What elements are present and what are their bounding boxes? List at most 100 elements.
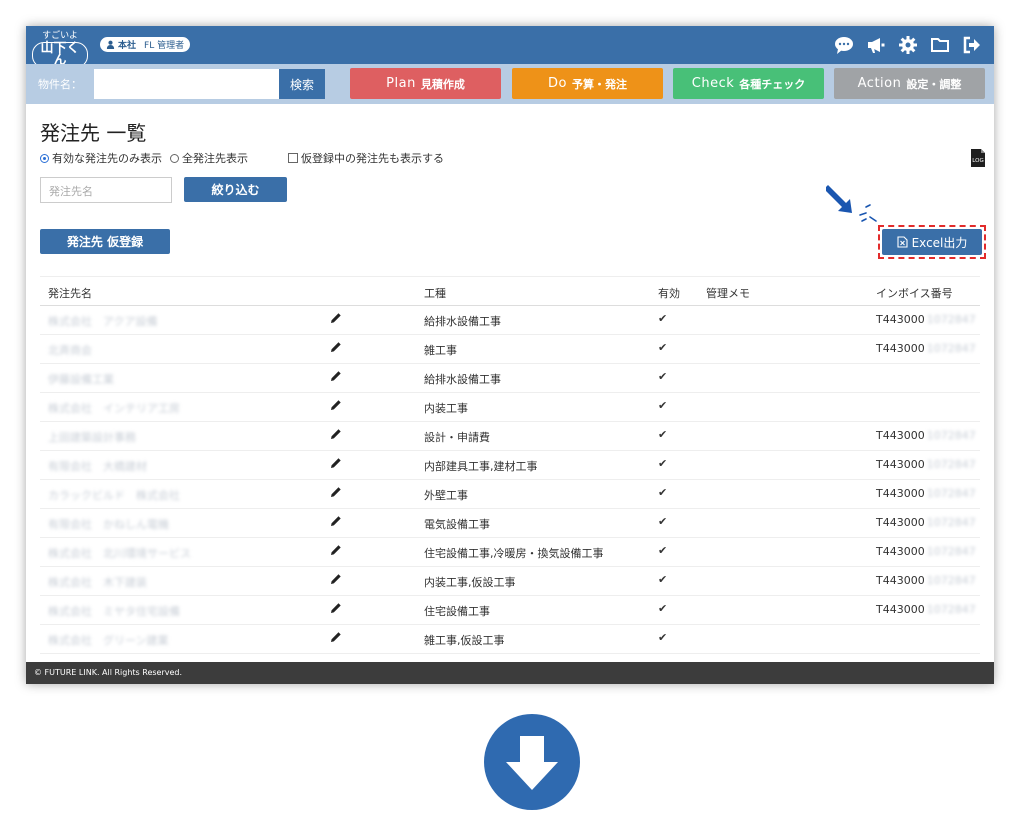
edit-pencil-icon[interactable] — [330, 457, 342, 472]
tab-check[interactable]: Check 各種チェック — [673, 68, 824, 99]
tab-action-en: Action — [857, 76, 902, 91]
edit-pencil-icon[interactable] — [330, 631, 342, 646]
invoice-number-prefix: T443000 — [876, 545, 925, 558]
invoice-number: T443000 1072847 — [876, 603, 976, 616]
property-search-input[interactable] — [94, 69, 279, 99]
edit-pencil-icon[interactable] — [330, 370, 342, 385]
invoice-number-prefix: T443000 — [876, 574, 925, 587]
radio-all[interactable] — [170, 153, 179, 163]
edit-pencil-icon[interactable] — [330, 341, 342, 356]
work-type: 内装工事,仮設工事 — [424, 576, 516, 589]
invoice-number-prefix: T443000 — [876, 516, 925, 529]
tab-do-ja: 予算・発注 — [571, 77, 627, 91]
tab-do[interactable]: Do 予算・発注 — [512, 68, 663, 99]
table-row[interactable]: 有限会社 大橋建材 内部建具工事,建材工事 ✔ T443000 1072847 — [40, 450, 980, 480]
supplier-name: 有限会社 かねしん電機 — [48, 518, 169, 531]
table-row[interactable]: 株式会社 木下建装 内装工事,仮設工事 ✔ T443000 1072847 — [40, 566, 980, 596]
edit-pencil-icon[interactable] — [330, 312, 342, 327]
edit-pencil-icon[interactable] — [330, 544, 342, 559]
table-row[interactable]: 株式会社 北川環境サービス 住宅設備工事,冷暖房・換気設備工事 ✔ T443000 10… — [40, 537, 980, 567]
table-row[interactable]: 有限会社 かねしん電機 電気設備工事 ✔ T443000 1072847 — [40, 508, 980, 538]
table-row[interactable]: 上田建築設計事務 設計・申請費 ✔ T443000 1072847 — [40, 421, 980, 451]
invoice-number: T443000 1072847 — [876, 313, 976, 326]
table-row[interactable]: 株式会社 アクア設備 給排水設備工事 ✔ T443000 1072847 — [40, 305, 980, 335]
user-icon — [106, 40, 115, 49]
edit-pencil-icon[interactable] — [330, 428, 342, 443]
invoice-number: T443000 1072847 — [876, 342, 976, 355]
display-options: 有効な発注先のみ表示 全発注先表示 仮登録中の発注先も表示する — [40, 150, 444, 166]
folder-icon[interactable] — [930, 35, 950, 55]
table-row[interactable]: 株式会社 ミヤタ住宅設備 住宅設備工事 ✔ T443000 1072847 — [40, 595, 980, 625]
supplier-name: 株式会社 木下建装 — [48, 576, 147, 589]
megaphone-icon[interactable] — [866, 35, 886, 55]
search-button[interactable]: 検索 — [279, 69, 325, 99]
table-row[interactable]: 株式会社 グリーン建業 雑工事,仮設工事 ✔ — [40, 624, 980, 654]
gear-icon[interactable] — [898, 35, 918, 55]
invoice-number: T443000 1072847 — [876, 516, 976, 529]
valid-check-icon: ✔ — [658, 602, 668, 615]
app-window: すごいよ 山下くん 本社 FL 管理者 物件名： 検索 Plan 見積作成 Do 予… — [26, 26, 994, 684]
supplier-name: 株式会社 北川環境サービス — [48, 547, 191, 560]
radio-active-only-label: 有効な発注先のみ表示 — [52, 152, 162, 165]
file-excel-icon — [897, 236, 908, 248]
footer: © FUTURE LINK. All Rights Reserved. — [26, 662, 994, 684]
log-icon[interactable]: LOG — [968, 148, 988, 168]
edit-pencil-icon[interactable] — [330, 486, 342, 501]
property-label: 物件名： — [38, 78, 82, 91]
invoice-number-hidden: 1072847 — [926, 458, 976, 471]
invoice-number — [876, 400, 878, 413]
radio-active-only[interactable] — [40, 153, 49, 163]
edit-pencil-icon[interactable] — [330, 602, 342, 617]
invoice-number-prefix: T443000 — [876, 458, 925, 471]
invoice-number-prefix: T443000 — [876, 603, 925, 616]
log-icon-label: LOG — [972, 158, 983, 164]
tab-action[interactable]: Action 設定・調整 — [834, 68, 985, 99]
supplier-name: カラックビルド 株式会社 — [48, 489, 180, 502]
valid-check-icon: ✔ — [658, 486, 668, 499]
table-row[interactable]: 北斉商会 雑工事 ✔ T443000 1072847 — [40, 334, 980, 364]
excel-export-button[interactable]: Excel出力 — [882, 229, 982, 255]
work-type: 内部建具工事,建材工事 — [424, 460, 538, 473]
app-logo[interactable]: すごいよ 山下くん — [32, 30, 88, 68]
table-row[interactable]: 伊藤設備工業 給排水設備工事 ✔ — [40, 363, 980, 393]
valid-check-icon: ✔ — [658, 370, 668, 383]
provisional-register-button[interactable]: 発注先 仮登録 — [40, 229, 170, 254]
edit-pencil-icon[interactable] — [330, 573, 342, 588]
col-kind: 工種 — [424, 287, 446, 300]
work-type: 給排水設備工事 — [424, 373, 501, 386]
invoice-number-hidden: 1072847 — [926, 603, 976, 616]
work-type: 雑工事,仮設工事 — [424, 634, 505, 647]
excel-export-label: Excel出力 — [911, 235, 968, 250]
tab-plan[interactable]: Plan 見積作成 — [350, 68, 501, 99]
valid-check-icon: ✔ — [658, 457, 668, 470]
invoice-number-hidden: 1072847 — [926, 429, 976, 442]
supplier-name: 株式会社 ミヤタ住宅設備 — [48, 605, 180, 618]
chat-icon[interactable] — [834, 35, 854, 55]
supplier-name-filter[interactable]: 発注先名 — [40, 177, 172, 203]
invoice-number-hidden: 1072847 — [926, 545, 976, 558]
invoice-number: T443000 1072847 — [876, 545, 976, 558]
col-invoice: インボイス番号 — [876, 287, 953, 300]
invoice-number: T443000 1072847 — [876, 487, 976, 500]
col-memo: 管理メモ — [706, 287, 750, 300]
invoice-number-hidden: 1072847 — [926, 487, 976, 500]
tab-plan-en: Plan — [386, 76, 416, 91]
work-type: 住宅設備工事,冷暖房・換気設備工事 — [424, 547, 604, 560]
logout-icon[interactable] — [962, 35, 982, 55]
tab-action-ja: 設定・調整 — [906, 77, 962, 91]
table-row[interactable]: カラックビルド 株式会社 外壁工事 ✔ T443000 1072847 — [40, 479, 980, 509]
edit-pencil-icon[interactable] — [330, 399, 342, 414]
provisional-checkbox[interactable] — [288, 153, 298, 163]
edit-pencil-icon[interactable] — [330, 515, 342, 530]
down-arrow-icon — [484, 714, 580, 810]
table-row[interactable]: 株式会社 インテリア工房 内装工事 ✔ — [40, 392, 980, 422]
work-type: 給排水設備工事 — [424, 315, 501, 328]
invoice-number: T443000 1072847 — [876, 458, 976, 471]
user-badge[interactable]: 本社 FL 管理者 — [100, 37, 191, 52]
top-bar: すごいよ 山下くん 本社 FL 管理者 — [26, 26, 994, 68]
user-role: FL 管理者 — [144, 41, 185, 51]
work-type: 内装工事 — [424, 402, 468, 415]
filter-button[interactable]: 絞り込む — [184, 177, 287, 202]
supplier-name: 伊藤設備工業 — [48, 373, 114, 386]
office-name: 本社 — [118, 41, 137, 51]
